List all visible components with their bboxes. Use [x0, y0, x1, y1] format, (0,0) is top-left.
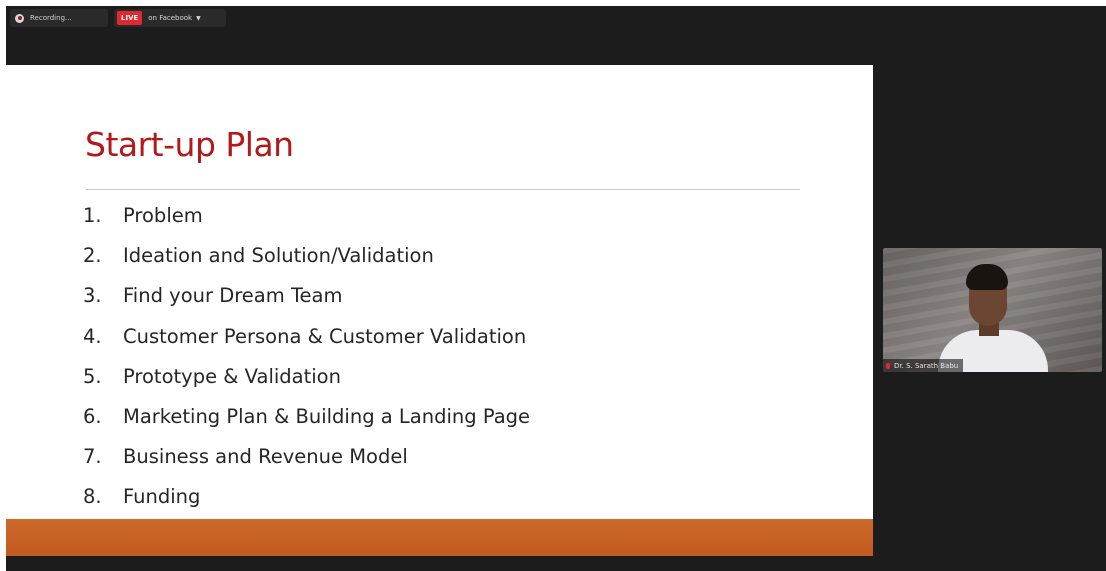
- slide-bullet-list: 1. Problem 2. Ideation and Solution/Validat…: [83, 204, 530, 526]
- participant-name-tag: Dr. S. Sarath Babu: [883, 359, 964, 372]
- slide-list-item: 2. Ideation and Solution/Validation: [83, 244, 530, 284]
- slide-list-item: 7. Business and Revenue Model: [83, 445, 530, 485]
- slide-list-text: Problem: [123, 204, 203, 227]
- slide-list-item: 5. Prototype & Validation: [83, 365, 530, 405]
- slide-list-text: Find your Dream Team: [123, 284, 343, 308]
- slide-list-text: Business and Revenue Model: [123, 445, 408, 469]
- slide-list-number: 5.: [83, 364, 102, 388]
- slide-list-number: 2.: [83, 244, 102, 268]
- record-icon: [15, 13, 24, 23]
- participant-hair: [966, 264, 1008, 290]
- microphone-icon: [886, 362, 890, 369]
- chevron-down-icon[interactable]: ▼: [196, 15, 201, 22]
- slide-list-text: Marketing Plan & Building a Landing Page: [123, 404, 531, 428]
- slide-list-number: 3.: [83, 284, 102, 308]
- slide-list-number: 6.: [83, 404, 102, 428]
- live-destination-label: on Facebook: [148, 14, 193, 22]
- slide-list-text: Funding: [123, 485, 201, 509]
- slide-list-item: 6. Marketing Plan & Building a Landing Pa…: [83, 405, 530, 445]
- slide-list-item: 4. Customer Persona & Customer Validation: [83, 325, 530, 365]
- recording-indicator[interactable]: Recording...: [10, 9, 108, 27]
- live-stream-control[interactable]: LIVE on Facebook ▼: [114, 9, 226, 27]
- shared-slide: Start-up Plan 1. Problem 2. Ideation and So…: [6, 65, 873, 556]
- slide-list-item: 3. Find your Dream Team: [83, 284, 530, 324]
- slide-title: Start-up Plan: [85, 125, 294, 164]
- slide-list-text: Ideation and Solution/Validation: [123, 244, 434, 268]
- meeting-window: Recording... LIVE on Facebook ▼ Start-up…: [6, 6, 1106, 571]
- participant-video-tile[interactable]: Dr. S. Sarath Babu: [883, 248, 1102, 372]
- slide-list-number: 4.: [83, 324, 102, 348]
- slide-list-text: Prototype & Validation: [123, 364, 341, 388]
- slide-list-item: 1. Problem: [83, 204, 530, 244]
- live-badge: LIVE: [117, 11, 143, 25]
- slide-list-number: 7.: [83, 445, 102, 469]
- slide-footer-band: [6, 519, 873, 556]
- participant-name: Dr. S. Sarath Babu: [894, 361, 959, 370]
- slide-list-text: Customer Persona & Customer Validation: [123, 324, 527, 348]
- recording-label: Recording...: [30, 14, 72, 22]
- title-divider: [86, 189, 800, 190]
- slide-list-number: 1.: [83, 204, 102, 227]
- slide-list-number: 8.: [83, 485, 102, 509]
